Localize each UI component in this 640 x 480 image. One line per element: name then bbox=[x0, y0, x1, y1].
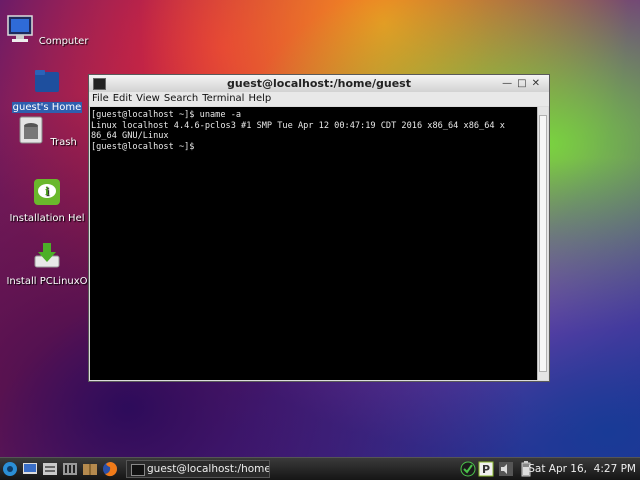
home-folder-icon bbox=[35, 70, 59, 92]
start-menu-icon[interactable] bbox=[2, 461, 18, 477]
desktop-icon-computer[interactable]: Computer bbox=[0, 14, 94, 50]
terminal-line: 86_64 GNU/Linux bbox=[91, 131, 169, 141]
menu-terminal[interactable]: Terminal bbox=[202, 93, 244, 104]
show-desktop-icon[interactable] bbox=[22, 461, 38, 477]
window-controls: —□✕ bbox=[502, 75, 545, 92]
desktop-icon-installation-help[interactable]: i Installation Hel bbox=[0, 177, 94, 227]
terminal-line: [guest@localhost ~]$ bbox=[91, 141, 200, 152]
terminal-icon bbox=[131, 464, 145, 476]
clock[interactable]: Sat Apr 16, 4:27 PM bbox=[528, 458, 636, 480]
package-icon[interactable] bbox=[82, 461, 98, 477]
desktop-icon-label: Install PCLinuxO bbox=[6, 276, 88, 287]
window-titlebar[interactable]: guest@localhost:/home/guest —□✕ bbox=[89, 75, 549, 92]
taskbar-task-terminal[interactable]: guest@localhost:/home... bbox=[126, 460, 270, 478]
menu-file[interactable]: File bbox=[92, 93, 109, 104]
terminal-output[interactable]: [guest@localhost ~]$ uname -a Linux local… bbox=[90, 107, 538, 380]
desktop-icon-home[interactable]: guest's Home bbox=[0, 66, 94, 116]
task-label: guest@localhost:/home... bbox=[147, 463, 270, 475]
terminal-launcher-icon[interactable] bbox=[62, 461, 78, 477]
pclinuxos-icon[interactable]: P bbox=[478, 461, 494, 477]
update-check-icon[interactable] bbox=[460, 461, 476, 477]
terminal-line: [guest@localhost ~]$ uname -a bbox=[91, 110, 242, 120]
desktop-icon-label: Computer bbox=[38, 36, 89, 47]
terminal-icon bbox=[93, 78, 106, 90]
maximize-button[interactable]: □ bbox=[517, 78, 531, 89]
trash-icon bbox=[19, 116, 43, 144]
desktop-icon-label: Installation Hel bbox=[9, 213, 85, 224]
computer-icon bbox=[6, 15, 33, 42]
menu-view[interactable]: View bbox=[136, 93, 160, 104]
desktop-icon-install-pclinuxos[interactable]: Install PCLinuxO bbox=[0, 240, 94, 290]
help-icon: i bbox=[34, 179, 60, 205]
volume-icon[interactable] bbox=[498, 461, 514, 477]
menubar: File Edit View Search Terminal Help bbox=[89, 92, 549, 106]
terminal-window[interactable]: guest@localhost:/home/guest —□✕ File Edit… bbox=[88, 74, 550, 382]
firefox-icon[interactable] bbox=[102, 461, 118, 477]
window-title: guest@localhost:/home/guest bbox=[227, 77, 411, 90]
desktop-icon-trash[interactable]: Trash bbox=[0, 115, 94, 151]
menu-help[interactable]: Help bbox=[248, 93, 271, 104]
terminal-line: Linux localhost 4.4.6-pclos3 #1 SMP Tue … bbox=[91, 120, 505, 131]
taskbar: guest@localhost:/home... P Sat Apr 16, 4… bbox=[0, 457, 640, 480]
minimize-button[interactable]: — bbox=[502, 78, 517, 89]
desktop-icon-label: guest's Home bbox=[11, 102, 83, 113]
terminal-scrollbar[interactable] bbox=[537, 107, 548, 380]
close-button[interactable]: ✕ bbox=[532, 78, 545, 89]
desktop-icon-label: Trash bbox=[50, 137, 77, 148]
file-manager-icon[interactable] bbox=[42, 461, 58, 477]
scrollbar-thumb[interactable] bbox=[539, 115, 547, 372]
svg-text:P: P bbox=[482, 463, 490, 476]
svg-text:i: i bbox=[45, 185, 49, 198]
install-icon bbox=[34, 243, 60, 268]
menu-edit[interactable]: Edit bbox=[113, 93, 132, 104]
menu-search[interactable]: Search bbox=[164, 93, 198, 104]
